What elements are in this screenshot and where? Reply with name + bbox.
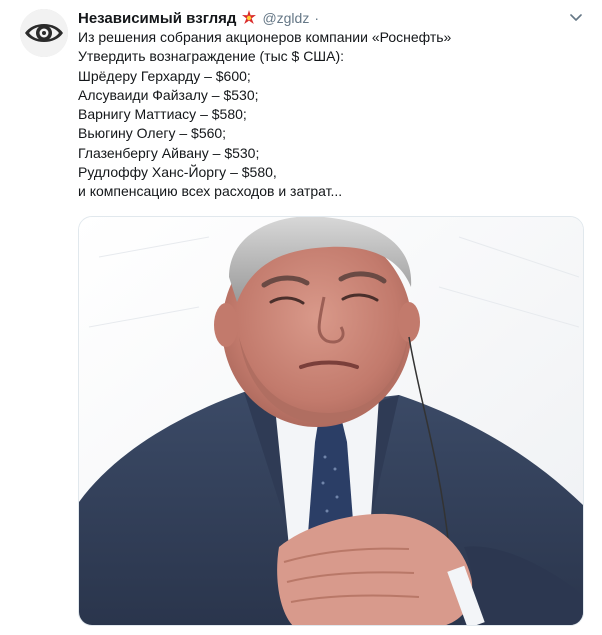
header-separator: · [314, 10, 320, 26]
tweet-text-line: Утвердить вознаграждение (тыс $ США): [78, 48, 345, 65]
tweet-media-photo[interactable] [78, 216, 584, 626]
tweet-text-line: Из решения собрания акционеров компании … [78, 29, 452, 45]
tweet-text: Из решения собрания акционеров компании … [78, 28, 572, 202]
tweet-text-line: Варнигу Маттиасу – $580; [78, 106, 247, 123]
tweet-text-line: Глазенбергу Айвану – $530; [78, 144, 260, 161]
chevron-down-icon [570, 14, 582, 21]
tweet-menu-button[interactable] [568, 10, 584, 26]
tweet-header: Независимый взгляд @zgldz · [78, 8, 562, 28]
photo-man-in-suit [79, 217, 583, 625]
tweet-card: Независимый взгляд @zgldz · Из решения с… [0, 0, 602, 635]
eye-logo-icon [20, 9, 68, 57]
tweet-text-line: Рудлоффу Ханс-Йоргу – $580, [78, 164, 277, 181]
red-star-badge-icon [241, 10, 257, 26]
tweet-text-line: и компенсацию всех расходов и затрат... [78, 183, 343, 200]
tweet-text-line: Вьюгину Олегу – $560; [78, 125, 227, 142]
tweet-text-line: Шрёдеру Герхарду – $600; [78, 67, 251, 84]
tweet-text-line: Алсуваиди Файзалу – $530; [78, 86, 259, 103]
author-display-name[interactable]: Независимый взгляд [78, 10, 236, 27]
author-handle[interactable]: @zgldz [262, 10, 309, 26]
avatar[interactable] [20, 9, 68, 57]
